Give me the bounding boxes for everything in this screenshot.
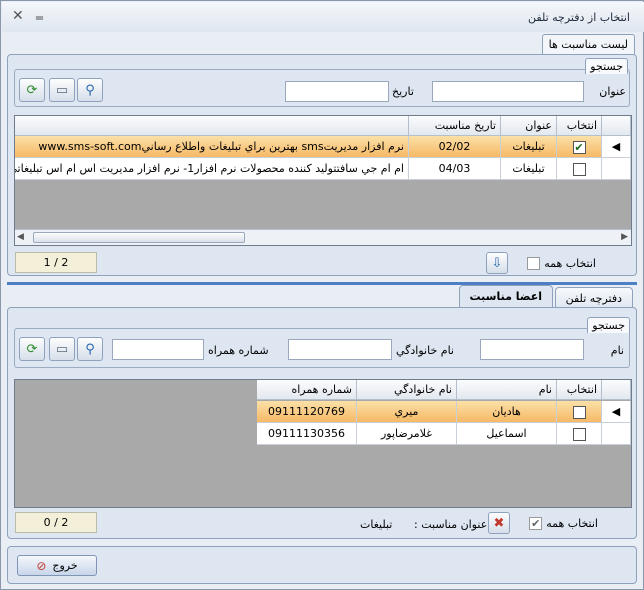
members-select-all[interactable]: ✔ انتخاب همه: [529, 517, 598, 530]
scroll-right-icon[interactable]: ▶: [621, 232, 628, 242]
grid-header-select[interactable]: انتخاب: [557, 380, 602, 400]
grid-header-corner: [602, 116, 631, 136]
table-row[interactable]: نرم افزار مديريتsms بهترين براي تبليغات …: [15, 136, 631, 158]
row-checkbox[interactable]: [572, 162, 586, 176]
exit-button[interactable]: ⊘ خروج: [17, 555, 97, 576]
members-panel: جستجو نام نام خانوادگي شماره همراه ⟳ ▭ ⚲…: [7, 307, 637, 539]
row-mobile: 09111120769: [257, 401, 357, 423]
minimize-icon[interactable]: ‗: [36, 4, 43, 20]
row-select-cell: [557, 401, 602, 423]
tab-members[interactable]: اعضا مناسبت: [458, 285, 553, 309]
row-select-cell: ✔: [557, 136, 602, 158]
members-counter: 0 / 2: [15, 512, 97, 533]
scroll-left-icon[interactable]: ◀: [17, 232, 24, 242]
grid-header-family[interactable]: نام خانوادگي: [357, 380, 457, 400]
row-checkbox[interactable]: [572, 427, 586, 441]
row-name: هاديان: [457, 401, 557, 423]
grid-header-text: [15, 116, 409, 136]
grid-header-title[interactable]: عنوان: [501, 116, 557, 136]
row-text: نرم افزار مديريتsms بهترين براي تبليغات …: [15, 136, 409, 158]
row-checkbox[interactable]: [572, 405, 586, 419]
occasions-panel-title: ليست مناسبت ها: [541, 34, 635, 54]
table-row[interactable]: ام ام جي سافتتوليد کننده محصولات نرم افز…: [15, 158, 631, 180]
mobile-input[interactable]: [112, 339, 204, 360]
row-indicator: [602, 423, 631, 445]
row-mobile: 09111130356: [257, 423, 357, 445]
select-all-label: انتخاب همه: [546, 517, 598, 530]
occasions-grid: تاريخ مناسبت عنوان انتخاب نرم افزار مدير…: [14, 115, 632, 246]
eraser-icon[interactable]: ▭: [49, 78, 75, 102]
apply-icon[interactable]: ⇩: [486, 252, 508, 274]
row-family: ميري: [357, 401, 457, 423]
row-select-cell: [557, 423, 602, 445]
scroll-thumb[interactable]: [33, 232, 245, 243]
family-label: نام خانوادگي: [396, 344, 454, 357]
row-family: غلامرضاپور: [357, 423, 457, 445]
tab-strip-line: [7, 282, 637, 285]
row-select-cell: [557, 158, 602, 180]
row-checkbox[interactable]: ✔: [572, 140, 586, 154]
row-indicator: ◀: [602, 401, 631, 423]
title-label: عنوان: [599, 85, 626, 98]
grid-header-name[interactable]: نام: [457, 380, 557, 400]
exit-label: خروج: [52, 559, 78, 572]
table-row[interactable]: 09111120769 ميري هاديان ◀: [257, 401, 631, 423]
date-input[interactable]: [285, 81, 389, 102]
row-date: 02/02: [409, 136, 501, 158]
select-all-checkbox[interactable]: ✔: [529, 517, 543, 530]
occasions-search-title: جستجو: [585, 58, 628, 74]
date-label: تاريخ: [392, 85, 414, 98]
occasion-title-label: عنوان مناسبت :: [414, 518, 488, 531]
occasions-panel: جستجو عنوان تاريخ ⟳ ▭ ⚲ تاريخ مناسبت عنو…: [7, 54, 637, 276]
delete-icon[interactable]: ✖: [488, 512, 510, 534]
horizontal-scrollbar[interactable]: ◀ ▶: [15, 229, 631, 245]
close-icon[interactable]: ✕: [12, 8, 24, 24]
members-grid: شماره همراه نام خانوادگي نام انتخاب 0911…: [14, 379, 632, 508]
search-icon[interactable]: ⚲: [77, 337, 103, 361]
title-bar: انتخاب از دفترچه تلفن ✕ ‗: [2, 2, 644, 32]
occasions-counter: 1 / 2: [15, 252, 97, 273]
grid-header-mobile[interactable]: شماره همراه: [257, 380, 357, 400]
occasion-title-value: تبليغات: [360, 518, 393, 531]
select-all-label: انتخاب همه: [544, 257, 596, 270]
footer-panel: ⊘ خروج: [7, 546, 637, 584]
exit-icon: ⊘: [36, 558, 47, 573]
select-all-checkbox[interactable]: [527, 257, 541, 270]
grid-header-corner: [602, 380, 631, 400]
refresh-icon[interactable]: ⟳: [19, 337, 45, 361]
table-row[interactable]: 09111130356 غلامرضاپور اسماعيل: [257, 423, 631, 445]
dialog-window: انتخاب از دفترچه تلفن ✕ ‗ ليست مناسبت ها…: [0, 0, 644, 590]
row-indicator: [602, 158, 631, 180]
grid-header-date[interactable]: تاريخ مناسبت: [409, 116, 501, 136]
row-name: اسماعيل: [457, 423, 557, 445]
title-input[interactable]: [432, 81, 584, 102]
members-search-title: جستجو: [587, 317, 630, 333]
window-title: انتخاب از دفترچه تلفن: [528, 11, 630, 24]
row-date: 04/03: [409, 158, 501, 180]
search-icon[interactable]: ⚲: [77, 78, 103, 102]
row-indicator: ◀: [602, 136, 631, 158]
row-text: ام ام جي سافتتوليد کننده محصولات نرم افز…: [15, 158, 409, 180]
tab-phonebook[interactable]: دفترچه تلفن: [554, 287, 633, 309]
refresh-icon[interactable]: ⟳: [19, 78, 45, 102]
row-title: تبليغات: [501, 158, 557, 180]
name-input[interactable]: [480, 339, 584, 360]
row-title: تبليغات: [501, 136, 557, 158]
eraser-icon[interactable]: ▭: [49, 337, 75, 361]
mobile-label: شماره همراه: [208, 344, 269, 357]
family-input[interactable]: [288, 339, 392, 360]
occasions-select-all[interactable]: انتخاب همه: [527, 257, 596, 270]
grid-header-select[interactable]: انتخاب: [557, 116, 602, 136]
name-label: نام: [610, 344, 624, 357]
